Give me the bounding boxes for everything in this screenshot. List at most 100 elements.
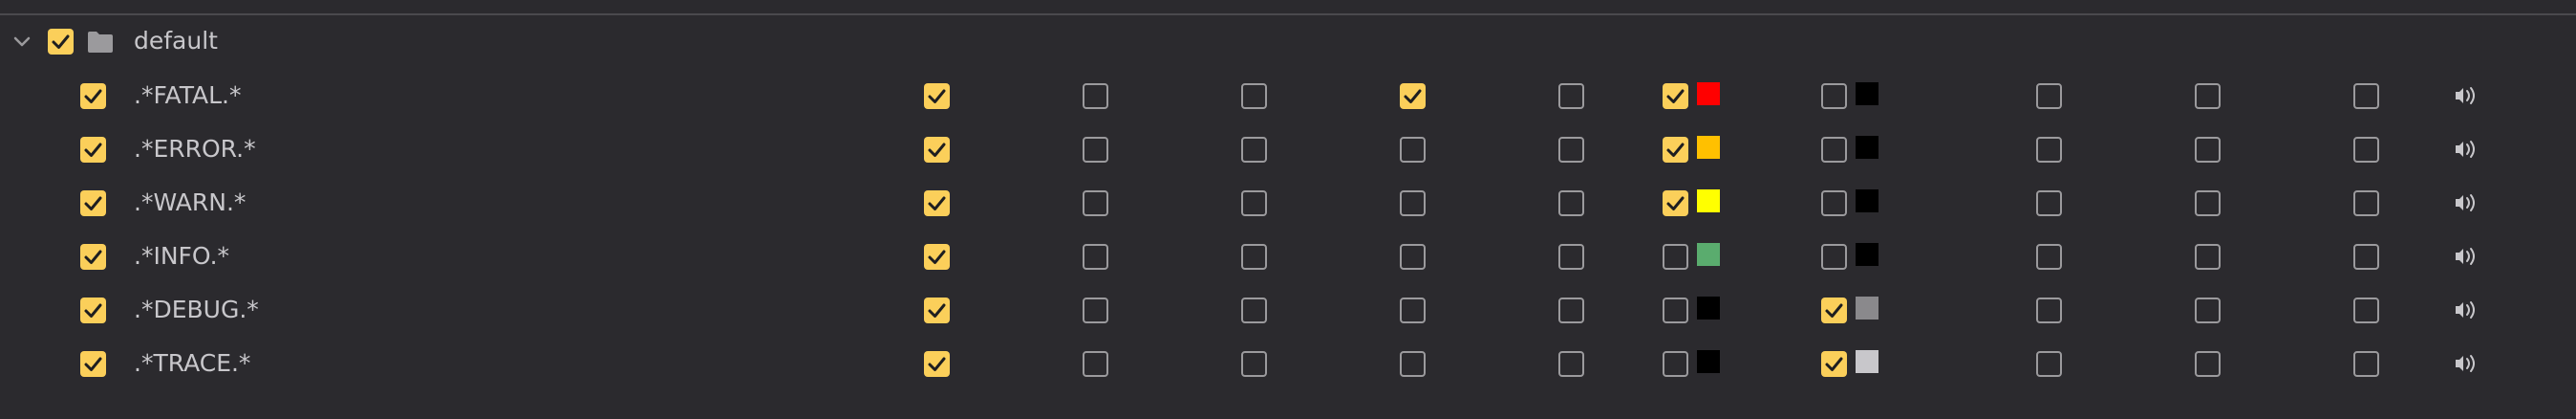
background-color-swatch[interactable] xyxy=(1856,82,1878,105)
rule-enable-checkbox[interactable] xyxy=(80,298,106,323)
rule-pattern-label: .*INFO.* xyxy=(134,242,230,270)
folder-icon xyxy=(86,29,115,55)
background-color-checkbox[interactable] xyxy=(1821,351,1847,377)
background-color-swatch[interactable] xyxy=(1856,350,1878,373)
rule-extra-checkbox-2[interactable] xyxy=(2195,244,2221,270)
background-color-swatch[interactable] xyxy=(1856,189,1878,212)
rule-option-checkbox-2[interactable] xyxy=(1083,351,1108,377)
group-row-default[interactable]: default xyxy=(0,15,2576,69)
rule-option-checkbox-2[interactable] xyxy=(1083,298,1108,323)
group-enable-checkbox[interactable] xyxy=(48,29,74,55)
rule-option-checkbox-3[interactable] xyxy=(1241,298,1267,323)
rule-extra-checkbox-3[interactable] xyxy=(2353,244,2379,270)
background-color-checkbox[interactable] xyxy=(1821,83,1847,109)
background-color-checkbox[interactable] xyxy=(1821,244,1847,270)
rule-option-checkbox-4[interactable] xyxy=(1400,83,1426,109)
rule-extra-checkbox-2[interactable] xyxy=(2195,190,2221,216)
rule-extra-checkbox-2[interactable] xyxy=(2195,137,2221,163)
background-color-checkbox[interactable] xyxy=(1821,298,1847,323)
rule-option-checkbox-5[interactable] xyxy=(1558,298,1584,323)
background-color-checkbox[interactable] xyxy=(1821,137,1847,163)
foreground-color-swatch[interactable] xyxy=(1697,189,1720,212)
rule-option-checkbox-3[interactable] xyxy=(1241,351,1267,377)
rule-option-checkbox-2[interactable] xyxy=(1083,137,1108,163)
rule-option-checkbox-3[interactable] xyxy=(1241,190,1267,216)
speaker-icon[interactable] xyxy=(2453,81,2481,110)
rule-extra-checkbox-1[interactable] xyxy=(2036,244,2062,270)
rule-pattern-label: .*WARN.* xyxy=(134,188,247,216)
background-color-checkbox[interactable] xyxy=(1821,190,1847,216)
chevron-down-icon[interactable] xyxy=(8,28,36,56)
rule-option-checkbox-1[interactable] xyxy=(924,83,950,109)
rule-option-checkbox-2[interactable] xyxy=(1083,83,1108,109)
rule-enable-checkbox[interactable] xyxy=(80,351,106,377)
background-color-swatch[interactable] xyxy=(1856,243,1878,266)
rule-option-checkbox-2[interactable] xyxy=(1083,244,1108,270)
rule-extra-checkbox-2[interactable] xyxy=(2195,83,2221,109)
rule-row[interactable]: .*ERROR.* xyxy=(0,122,2576,176)
rule-option-checkbox-2[interactable] xyxy=(1083,190,1108,216)
foreground-color-checkbox[interactable] xyxy=(1663,351,1688,377)
rule-pattern-label: .*FATAL.* xyxy=(134,81,242,109)
foreground-color-swatch[interactable] xyxy=(1697,136,1720,159)
rule-pattern-label: .*DEBUG.* xyxy=(134,296,259,323)
group-label: default xyxy=(134,27,218,55)
rule-row[interactable]: .*WARN.* xyxy=(0,176,2576,230)
speaker-icon[interactable] xyxy=(2453,296,2481,324)
rule-option-checkbox-5[interactable] xyxy=(1558,244,1584,270)
speaker-icon[interactable] xyxy=(2453,242,2481,271)
rule-extra-checkbox-1[interactable] xyxy=(2036,190,2062,216)
rule-enable-checkbox[interactable] xyxy=(80,137,106,163)
rule-option-checkbox-5[interactable] xyxy=(1558,351,1584,377)
rule-option-checkbox-5[interactable] xyxy=(1558,83,1584,109)
rule-extra-checkbox-2[interactable] xyxy=(2195,298,2221,323)
rule-option-checkbox-4[interactable] xyxy=(1400,298,1426,323)
rule-extra-checkbox-1[interactable] xyxy=(2036,298,2062,323)
foreground-color-swatch[interactable] xyxy=(1697,82,1720,105)
rule-option-checkbox-5[interactable] xyxy=(1558,137,1584,163)
rule-option-checkbox-1[interactable] xyxy=(924,351,950,377)
speaker-icon[interactable] xyxy=(2453,188,2481,217)
rule-option-checkbox-4[interactable] xyxy=(1400,190,1426,216)
rule-extra-checkbox-1[interactable] xyxy=(2036,137,2062,163)
rule-option-checkbox-4[interactable] xyxy=(1400,137,1426,163)
rule-extra-checkbox-1[interactable] xyxy=(2036,351,2062,377)
foreground-color-swatch[interactable] xyxy=(1697,243,1720,266)
rule-pattern-label: .*ERROR.* xyxy=(134,135,256,163)
rule-option-checkbox-4[interactable] xyxy=(1400,244,1426,270)
rule-enable-checkbox[interactable] xyxy=(80,83,106,109)
rule-row[interactable]: .*FATAL.* xyxy=(0,69,2576,122)
rule-row[interactable]: .*DEBUG.* xyxy=(0,283,2576,337)
rule-option-checkbox-3[interactable] xyxy=(1241,137,1267,163)
rule-option-checkbox-3[interactable] xyxy=(1241,83,1267,109)
foreground-color-swatch[interactable] xyxy=(1697,350,1720,373)
foreground-color-checkbox[interactable] xyxy=(1663,244,1688,270)
rule-option-checkbox-1[interactable] xyxy=(924,137,950,163)
rule-option-checkbox-1[interactable] xyxy=(924,298,950,323)
speaker-icon[interactable] xyxy=(2453,349,2481,378)
rule-extra-checkbox-1[interactable] xyxy=(2036,83,2062,109)
rule-extra-checkbox-3[interactable] xyxy=(2353,351,2379,377)
background-color-swatch[interactable] xyxy=(1856,136,1878,159)
rule-extra-checkbox-3[interactable] xyxy=(2353,190,2379,216)
rule-extra-checkbox-3[interactable] xyxy=(2353,298,2379,323)
rule-enable-checkbox[interactable] xyxy=(80,244,106,270)
rule-extra-checkbox-3[interactable] xyxy=(2353,83,2379,109)
background-color-swatch[interactable] xyxy=(1856,297,1878,320)
foreground-color-checkbox[interactable] xyxy=(1663,137,1688,163)
rule-option-checkbox-1[interactable] xyxy=(924,190,950,216)
foreground-color-checkbox[interactable] xyxy=(1663,83,1688,109)
rule-option-checkbox-1[interactable] xyxy=(924,244,950,270)
foreground-color-swatch[interactable] xyxy=(1697,297,1720,320)
rule-option-checkbox-3[interactable] xyxy=(1241,244,1267,270)
rule-extra-checkbox-2[interactable] xyxy=(2195,351,2221,377)
rule-enable-checkbox[interactable] xyxy=(80,190,106,216)
foreground-color-checkbox[interactable] xyxy=(1663,190,1688,216)
rule-option-checkbox-4[interactable] xyxy=(1400,351,1426,377)
speaker-icon[interactable] xyxy=(2453,135,2481,164)
rule-row[interactable]: .*TRACE.* xyxy=(0,337,2576,390)
foreground-color-checkbox[interactable] xyxy=(1663,298,1688,323)
rule-option-checkbox-5[interactable] xyxy=(1558,190,1584,216)
rule-row[interactable]: .*INFO.* xyxy=(0,230,2576,283)
rule-extra-checkbox-3[interactable] xyxy=(2353,137,2379,163)
